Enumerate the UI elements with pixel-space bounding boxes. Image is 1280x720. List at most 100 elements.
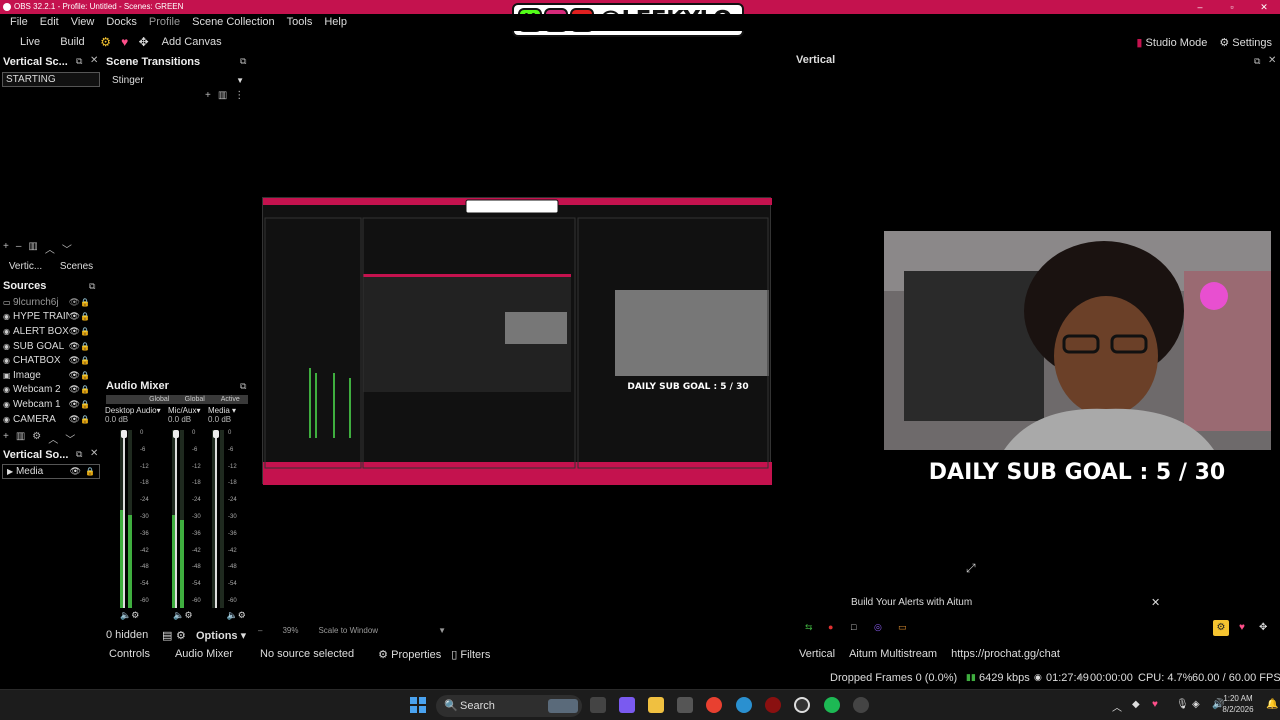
trash-icon[interactable]: ▥ xyxy=(16,431,25,446)
scene-item-starting[interactable]: STARTING xyxy=(2,72,100,87)
filter-icon[interactable]: ▥ xyxy=(28,241,37,256)
channel-name[interactable]: Mic/Aux xyxy=(168,406,196,415)
square-icon[interactable]: □ xyxy=(851,622,856,632)
channel-name[interactable]: Media xyxy=(208,406,230,415)
add-icon[interactable]: + xyxy=(3,431,9,446)
tab-scenes[interactable]: Scenes xyxy=(51,258,102,276)
volume-slider[interactable] xyxy=(213,430,219,608)
resize-icon[interactable]: ⤢ xyxy=(966,561,976,576)
taskbar-search[interactable]: 🔍 Search xyxy=(436,695,582,717)
chevron-down-icon[interactable]: ▾ xyxy=(196,406,200,415)
menu-scene-collection[interactable]: Scene Collection xyxy=(186,14,281,31)
heart-icon[interactable]: ♥ xyxy=(1239,622,1245,633)
heart-icon[interactable]: ♥ xyxy=(117,34,133,50)
edge-icon[interactable] xyxy=(736,697,752,713)
remove-icon[interactable]: – xyxy=(16,241,22,256)
studio-mode-button[interactable]: ▮ Studio Mode xyxy=(1136,36,1207,49)
dock-close-icon[interactable]: ✕ xyxy=(1268,55,1276,66)
live-button[interactable]: Live xyxy=(0,36,50,48)
volume-slider[interactable] xyxy=(121,430,127,608)
filters-button[interactable]: ▯ Filters xyxy=(451,648,490,661)
eye-icon[interactable]: 👁 xyxy=(69,326,80,337)
menu-docks[interactable]: Docks xyxy=(100,14,143,31)
puzzle-icon[interactable]: ✥ xyxy=(136,34,152,50)
menu-file[interactable]: File xyxy=(4,14,34,31)
lock-icon[interactable]: 🔒 xyxy=(80,400,90,409)
up-icon[interactable]: ︿ xyxy=(45,241,55,256)
chevron-down-icon[interactable]: ▾ xyxy=(232,406,236,415)
tab-vertical[interactable]: Vertical xyxy=(799,648,835,660)
eye-icon[interactable]: 👁 xyxy=(69,399,80,410)
lock-icon[interactable]: 🔒 xyxy=(80,371,90,380)
eye-icon[interactable]: 👁 xyxy=(70,465,81,478)
network-icon[interactable]: ◈ xyxy=(1192,699,1200,710)
dock-float-icon[interactable]: ⧉ xyxy=(240,56,246,67)
source-item[interactable]: ◉ Webcam 1 👁 🔒 xyxy=(0,397,102,412)
source-item[interactable]: ◉ CHATBOX 👁 🔒 xyxy=(0,353,102,368)
lock-icon[interactable]: 🔒 xyxy=(80,415,90,424)
menu-profile[interactable]: Profile xyxy=(143,14,186,31)
volume-slider[interactable] xyxy=(173,430,179,608)
menu-help[interactable]: Help xyxy=(318,14,353,31)
mixer-layout-icon[interactable]: ▤ xyxy=(162,629,172,642)
scale-mode-select[interactable]: Scale to Window xyxy=(318,626,378,635)
eye-icon[interactable]: 👁 xyxy=(69,341,80,352)
gear-icon[interactable]: ⚙ xyxy=(32,431,41,446)
tab-aitum-multistream[interactable]: Aitum Multistream xyxy=(849,648,937,660)
maximize-button[interactable]: ▫ xyxy=(1216,0,1248,14)
source-item[interactable]: ◉ CAMERA 👁 🔒 xyxy=(0,412,102,427)
tab-audio-mixer[interactable]: Audio Mixer xyxy=(175,648,233,660)
source-item[interactable]: ▭ 9lcurnch6j 👁 🔒 xyxy=(0,295,102,310)
build-button[interactable]: Build xyxy=(50,36,94,48)
gear-icon[interactable]: ⚙ xyxy=(98,34,114,50)
dock-close-icon[interactable]: ✕ xyxy=(90,448,98,459)
eye-icon[interactable]: 👁 xyxy=(69,414,80,425)
tab-vertical-scenes[interactable]: Vertic... xyxy=(0,258,51,276)
up-icon[interactable]: ︿ xyxy=(48,431,58,446)
close-button[interactable]: ✕ xyxy=(1248,0,1280,14)
tray-heart-icon[interactable]: ♥ xyxy=(1152,699,1158,710)
notification-icon[interactable]: 🔔 xyxy=(1266,699,1278,710)
vertical-source-media[interactable]: ▶ Media 👁 🔒 xyxy=(2,464,100,479)
spotify-icon[interactable] xyxy=(824,697,840,713)
app-icon[interactable] xyxy=(853,697,869,713)
settings-button[interactable]: ⚙ Settings xyxy=(1219,36,1272,49)
dock-float-icon[interactable]: ⧉ xyxy=(76,449,82,460)
speaker-icon[interactable]: 🔈⚙ xyxy=(227,610,246,621)
copilot-icon[interactable] xyxy=(619,697,635,713)
transition-select[interactable]: Stinger ▼ xyxy=(106,73,248,89)
dock-float-icon[interactable]: ⧉ xyxy=(76,56,82,67)
source-item[interactable]: ◉ SUB GOAL 👁 🔒 xyxy=(0,339,102,354)
eye-icon[interactable]: 👁 xyxy=(69,311,80,322)
source-item[interactable]: ▣ Image 👁 🔒 xyxy=(0,368,102,383)
lock-icon[interactable]: 🔒 xyxy=(80,356,90,365)
dock-close-icon[interactable]: ✕ xyxy=(90,55,98,66)
properties-button[interactable]: ⚙ Properties xyxy=(378,648,441,661)
tab-prochat[interactable]: https://prochat.gg/chat xyxy=(951,648,1060,660)
mic-icon[interactable]: 🎙 xyxy=(1176,699,1189,710)
trash-icon[interactable]: ▥ xyxy=(218,90,227,101)
aitum-banner-text[interactable]: Build Your Alerts with Aitum xyxy=(851,597,972,608)
more-icon[interactable]: ⋮ xyxy=(234,90,244,101)
task-view-icon[interactable] xyxy=(590,697,606,713)
tab-controls[interactable]: Controls xyxy=(109,648,150,660)
folder-icon[interactable]: ▭ xyxy=(898,622,907,633)
down-icon[interactable]: ﹀ xyxy=(62,241,72,256)
add-icon[interactable]: + xyxy=(205,90,211,101)
opera-icon[interactable] xyxy=(765,697,781,713)
lock-icon[interactable]: 🔒 xyxy=(80,342,90,351)
gear-icon[interactable]: ⚙ xyxy=(176,629,186,642)
lock-icon[interactable]: 🔒 xyxy=(80,312,90,321)
speaker-icon[interactable]: 🔈⚙ xyxy=(120,610,139,621)
eye-icon[interactable]: 👁 xyxy=(69,370,80,381)
chevron-down-icon[interactable]: ▼ xyxy=(438,626,446,635)
chevron-down-icon[interactable]: ▾ xyxy=(157,406,161,415)
obs-icon[interactable] xyxy=(794,697,810,713)
replay-icon[interactable]: ◎ xyxy=(874,622,882,633)
aitum-close-button[interactable]: ✕ xyxy=(1151,596,1160,609)
eye-icon[interactable]: 👁 xyxy=(69,384,80,395)
eye-icon[interactable]: 👁 xyxy=(69,355,80,366)
dock-float-icon[interactable]: ⧉ xyxy=(1254,56,1260,67)
taskbar-clock[interactable]: 1:20 AM 8/2/2026 xyxy=(1210,693,1266,715)
source-item[interactable]: ◉ ALERT BOX 👁 🔒 xyxy=(0,324,102,339)
